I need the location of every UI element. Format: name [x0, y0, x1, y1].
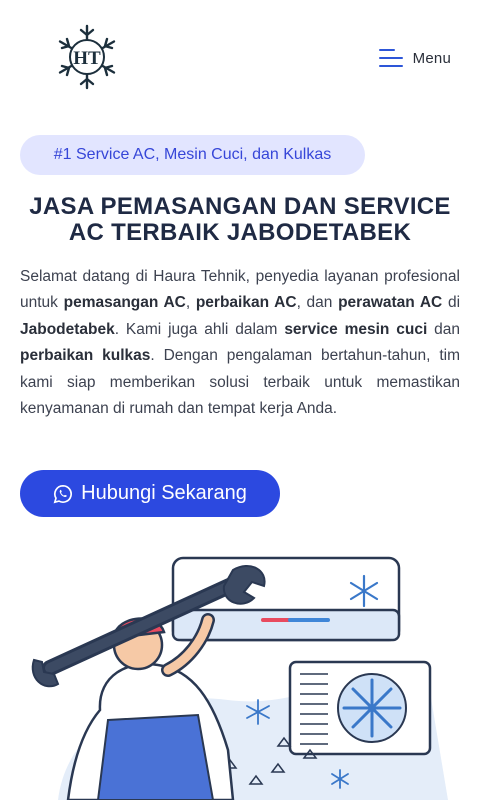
hero-description: Selamat datang di Haura Tehnik, penyedia… — [20, 268, 461, 418]
outdoor-ac-unit-icon — [288, 660, 432, 756]
contact-now-button[interactable]: Hubungi Sekarang — [20, 470, 280, 517]
technician-illustration — [28, 550, 448, 800]
menu-button[interactable]: Menu — [378, 44, 451, 72]
page-title-line-1: JASA PEMASANGAN DAN SERVICE — [29, 193, 451, 220]
keyword-jabodetabek: Jabodetabek — [20, 320, 115, 338]
site-header: HT Menu — [0, 0, 480, 115]
keyword-service-mesin-cuci: service mesin cuci — [284, 320, 428, 338]
keyword-perbaikan-ac: perbaikan AC — [195, 294, 297, 312]
page-title-line-2: AC TERBAIK JABODETABEK — [68, 219, 412, 246]
keyword-perbaikan-kulkas: perbaikan kulkas — [20, 347, 151, 365]
keyword-pemasangan-ac: pemasangan AC — [63, 294, 186, 312]
haura-tehnik-logo[interactable]: HT — [50, 20, 124, 94]
svg-text:HT: HT — [73, 48, 101, 69]
page-title: JASA PEMASANGAN DAN SERVICE AC TERBAIK J… — [20, 194, 460, 246]
whatsapp-icon — [53, 484, 73, 503]
contact-now-label: Hubungi Sekarang — [81, 482, 247, 504]
keyword-perawatan-ac: perawatan AC — [338, 294, 443, 312]
menu-label: Menu — [412, 49, 451, 67]
hamburger-icon — [378, 49, 403, 67]
service-badge: #1 Service AC, Mesin Cuci, dan Kulkas — [20, 135, 365, 175]
